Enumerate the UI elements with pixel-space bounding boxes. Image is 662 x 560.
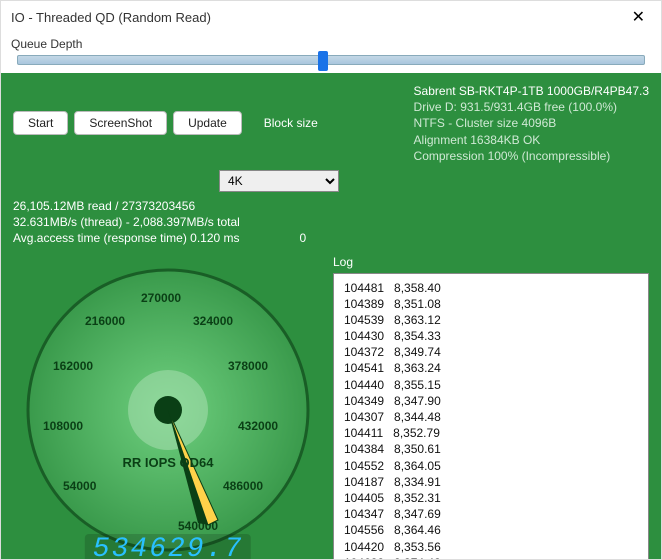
queue-depth-label: Queue Depth: [1, 33, 661, 53]
log-label: Log: [333, 255, 649, 269]
svg-text:432000: 432000: [238, 419, 278, 433]
drive-model: Sabrent SB-RKT4P-1TB 1000GB/R4PB47.3: [414, 83, 649, 99]
block-size-select[interactable]: 4K: [219, 170, 339, 192]
queue-depth-slider[interactable]: [17, 55, 645, 65]
svg-text:216000: 216000: [85, 314, 125, 328]
stats: 26,105.12MB read / 27373203456 32.631MB/…: [1, 196, 661, 249]
log-box[interactable]: 104481 8,358.40 104389 8,351.08 104539 8…: [333, 273, 649, 560]
gauge-title: RR IOPS QD64: [122, 455, 213, 470]
toolbar: Start ScreenShot Update Block size Sabre…: [1, 73, 661, 170]
drive-cluster: NTFS - Cluster size 4096B: [414, 115, 649, 131]
window-title: IO - Threaded QD (Random Read): [11, 10, 211, 25]
start-button[interactable]: Start: [13, 111, 68, 135]
svg-text:162000: 162000: [53, 359, 93, 373]
block-size-label: Block size: [264, 116, 318, 130]
lower-row: 54000 108000 162000 216000 270000 324000…: [1, 249, 661, 560]
svg-text:108000: 108000: [43, 419, 83, 433]
svg-text:270000: 270000: [141, 291, 181, 305]
drive-compression: Compression 100% (Incompressible): [414, 148, 649, 164]
slider-thumb[interactable]: [318, 51, 328, 71]
log-column: Log 104481 8,358.40 104389 8,351.08 1045…: [333, 255, 649, 560]
stats-speed: 32.631MB/s (thread) - 2,088.397MB/s tota…: [13, 214, 649, 230]
svg-text:486000: 486000: [223, 479, 263, 493]
close-icon[interactable]: ✕: [626, 7, 651, 27]
block-size-row: 4K: [1, 170, 661, 196]
stats-access: Avg.access time (response time) 0.120 ms…: [13, 230, 649, 246]
svg-text:378000: 378000: [228, 359, 268, 373]
update-button[interactable]: Update: [173, 111, 242, 135]
stats-read: 26,105.12MB read / 27373203456: [13, 198, 649, 214]
gauge-svg: 54000 108000 162000 216000 270000 324000…: [13, 255, 323, 560]
drive-alignment: Alignment 16384KB OK: [414, 132, 649, 148]
drive-info: Sabrent SB-RKT4P-1TB 1000GB/R4PB47.3 Dri…: [414, 83, 649, 164]
screenshot-button[interactable]: ScreenShot: [74, 111, 167, 135]
queue-depth-slider-row: [1, 53, 661, 73]
content-area: Start ScreenShot Update Block size Sabre…: [1, 73, 661, 559]
svg-text:54000: 54000: [63, 479, 97, 493]
app-window: IO - Threaded QD (Random Read) ✕ Queue D…: [0, 0, 662, 560]
drive-free: Drive D: 931.5/931.4GB free (100.0%): [414, 99, 649, 115]
gauge: 54000 108000 162000 216000 270000 324000…: [13, 255, 323, 560]
svg-text:324000: 324000: [193, 314, 233, 328]
gauge-reading: 534629.7: [85, 534, 251, 560]
titlebar: IO - Threaded QD (Random Read) ✕: [1, 1, 661, 33]
